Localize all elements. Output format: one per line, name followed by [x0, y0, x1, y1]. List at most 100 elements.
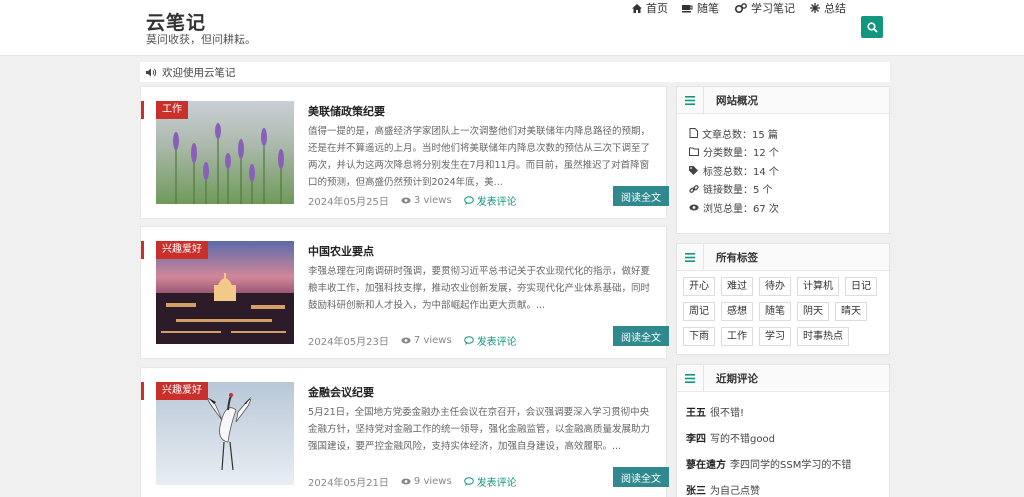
tag-chip[interactable]: 计算机: [797, 277, 839, 296]
comment-item[interactable]: 张三 为自己点赞: [686, 476, 889, 497]
article-meta: 2024年05月23日 7 views 发表评论: [308, 333, 517, 348]
article-card: 兴趣爱好 中国农业要点 李强总理在河南调研时强调，要贯彻习近平总书记关于农业现代…: [140, 226, 669, 359]
nav-home[interactable]: 首页: [632, 0, 668, 16]
site-header: 云笔记 莫问收获，但问耕耘。 首页 随笔 学习笔记 总结: [0, 0, 1024, 56]
stat-tags: 标签总数：14 个: [689, 161, 889, 180]
tag-chip[interactable]: 开心: [683, 277, 715, 296]
tag-chip[interactable]: 随笔: [759, 302, 791, 321]
article-date: 2024年05月25日: [308, 197, 389, 208]
widget-title: 网站概况: [716, 94, 758, 107]
search-button[interactable]: [861, 16, 883, 38]
read-more-button[interactable]: 阅读全文: [613, 326, 669, 346]
eye-icon: [401, 197, 411, 204]
eye-icon: [401, 478, 411, 485]
category-tag[interactable]: 兴趣爱好: [156, 241, 208, 259]
nav-essays[interactable]: 随笔: [682, 0, 719, 16]
article-title[interactable]: 美联储政策纪要: [308, 103, 385, 119]
volume-icon: [146, 68, 157, 76]
article-meta: 2024年05月21日 9 views 发表评论: [308, 474, 517, 489]
nav-essays-label: 随笔: [697, 2, 719, 15]
eye-icon: [401, 337, 411, 344]
tag-chip[interactable]: 难过: [721, 277, 753, 296]
comment-text: 李四同学的SSM学习的不错: [730, 459, 852, 471]
category-tag[interactable]: 兴趣爱好: [156, 382, 208, 400]
folder-icon: [689, 147, 699, 157]
comment-item[interactable]: 王五 很不错!: [686, 398, 889, 424]
recent-comments-widget: 近期评论 王五 很不错! 李四 写的不错good 蓼在遠方 李四同学的SSM学习…: [676, 364, 890, 497]
tag-chip[interactable]: 下雨: [683, 327, 715, 346]
tag-chip[interactable]: 阴天: [797, 302, 829, 321]
read-more-button[interactable]: 阅读全文: [613, 186, 669, 206]
comment-user: 李四: [686, 433, 706, 445]
article-meta: 2024年05月25日 3 views 发表评论: [308, 193, 517, 208]
widget-title: 所有标签: [716, 251, 758, 264]
link-icon: [689, 184, 699, 193]
article-summary: 李强总理在河南调研时强调，要贯彻习近平总书记关于农业现代化的指示，做好夏粮丰收工…: [308, 266, 651, 311]
comment-user: 王五: [686, 407, 706, 419]
tag-chip[interactable]: 待办: [759, 277, 791, 296]
comment-user: 张三: [686, 485, 706, 497]
article-date: 2024年05月21日: [308, 478, 389, 489]
site-subtitle: 莫问收获，但问耕耘。: [146, 33, 256, 46]
tag-chip[interactable]: 周记: [683, 302, 715, 321]
tag-chip[interactable]: 日记: [845, 277, 877, 296]
eye-icon: [689, 204, 699, 211]
article-comment-link[interactable]: 发表评论: [463, 193, 517, 208]
notice-bar: 欢迎使用云笔记: [140, 62, 890, 82]
comment-icon: [463, 477, 474, 486]
list-icon: [685, 252, 695, 262]
tags-icon: [689, 165, 698, 175]
comment-text: 为自己点赞: [710, 485, 760, 497]
comment-icon: [463, 196, 474, 205]
stat-links: 链接数量：5 个: [689, 180, 889, 199]
tag-chip[interactable]: 晴天: [835, 302, 867, 321]
tag-chip[interactable]: 感想: [721, 302, 753, 321]
article-views: 7 views: [401, 335, 452, 346]
list-icon: [685, 95, 695, 105]
article-summary: 值得一提的是，高盛经济学家团队上一次调整他们对美联储年内降息路径的预期，还是在并…: [308, 126, 651, 188]
list-icon: [685, 373, 695, 383]
nav-home-label: 首页: [646, 2, 668, 15]
tag-chip[interactable]: 时事热点: [797, 327, 849, 346]
tag-chip[interactable]: 工作: [721, 327, 753, 346]
stat-page-views: 浏览总量：67 次: [689, 198, 889, 217]
comment-item[interactable]: 李四 写的不错good: [686, 424, 889, 450]
snowflake-icon: [810, 3, 820, 13]
home-icon: [632, 3, 642, 13]
stat-articles: 文章总数：15 篇: [689, 124, 889, 143]
comment-user: 蓼在遠方: [686, 459, 726, 471]
site-stats-widget: 网站概况 文章总数：15 篇 分类数量：12 个 标签总数：14 个 链接数量：…: [676, 86, 890, 234]
all-tags-widget: 所有标签 开心 难过 待办 计算机 日记 周记 感想 随笔 阴天 晴天 下雨 工…: [676, 243, 890, 355]
article-title[interactable]: 金融会议纪要: [308, 384, 374, 400]
coffee-icon: [682, 4, 693, 12]
notice-text: 欢迎使用云笔记: [162, 66, 236, 79]
article-views: 3 views: [401, 195, 452, 206]
widget-header: 所有标签: [677, 243, 889, 271]
card-accent-bar: [141, 101, 144, 119]
comment-icon: [463, 336, 474, 345]
comment-text: 写的不错good: [710, 433, 775, 445]
nav-study-notes-label: 学习笔记: [751, 2, 795, 15]
card-accent-bar: [141, 241, 144, 259]
gears-icon: [735, 3, 747, 13]
search-icon: [866, 21, 878, 33]
widget-title: 近期评论: [716, 372, 758, 385]
category-tag[interactable]: 工作: [156, 101, 188, 119]
widget-header: 近期评论: [677, 364, 889, 392]
widget-header: 网站概况: [677, 86, 889, 114]
article-views: 9 views: [401, 476, 452, 487]
article-comment-link[interactable]: 发表评论: [463, 474, 517, 489]
comment-text: 很不错!: [710, 407, 745, 419]
tag-chip[interactable]: 学习: [759, 327, 791, 346]
article-card: 工作 美联储政策纪要 值得一提的是，高盛经济学家团队上一次调整他们对美联储年内降…: [140, 86, 669, 219]
nav-study-notes[interactable]: 学习笔记: [735, 0, 795, 16]
article-card: 兴趣爱好 金融会议纪要 5月21日，全国地方党委金融办主任会议在京召开，会议强调…: [140, 367, 669, 497]
read-more-button[interactable]: 阅读全文: [613, 467, 669, 487]
stat-categories: 分类数量：12 个: [689, 143, 889, 162]
article-comment-link[interactable]: 发表评论: [463, 333, 517, 348]
card-accent-bar: [141, 382, 144, 400]
nav-summary[interactable]: 总结: [810, 0, 846, 16]
nav-summary-label: 总结: [824, 2, 846, 15]
comment-item[interactable]: 蓼在遠方 李四同学的SSM学习的不错: [686, 450, 889, 476]
article-title[interactable]: 中国农业要点: [308, 243, 374, 259]
